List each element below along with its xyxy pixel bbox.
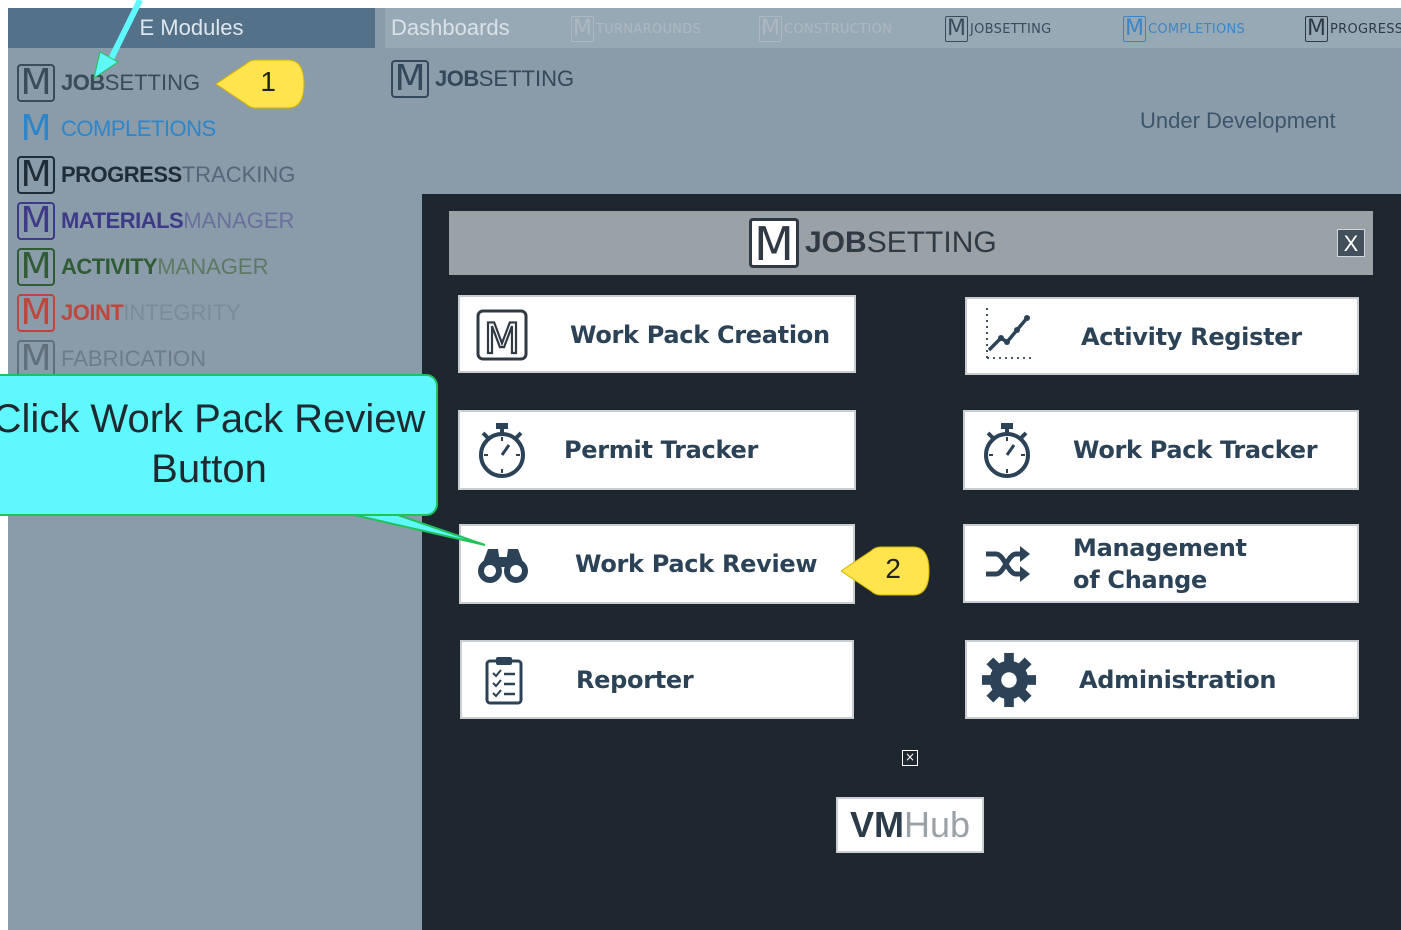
work-pack-review-button[interactable]: Work Pack Review <box>459 524 855 604</box>
dashboards-link[interactable]: Dashboards <box>391 8 510 48</box>
m-logo-icon: M <box>391 60 429 98</box>
modal-title-light: SETTING <box>866 226 997 259</box>
chart-line-icon <box>981 307 1037 359</box>
nav-completions[interactable]: M COMPLETIONS <box>1123 15 1245 43</box>
step-badge-number: 2 <box>885 553 901 584</box>
nav-construction[interactable]: M CONSTRUCTION <box>759 15 892 43</box>
sidebar-item-label: MANAGER <box>157 254 269 279</box>
modules-header: E Modules <box>8 8 375 48</box>
tile-label: Work Pack Creation <box>570 321 830 349</box>
work-pack-tracker-button[interactable]: Work Pack Tracker <box>963 410 1359 490</box>
svg-text:M: M <box>484 314 520 361</box>
status-text: Under Development <box>1140 108 1336 133</box>
close-button[interactable]: X <box>1337 229 1365 257</box>
tile-label: Reporter <box>576 666 694 694</box>
gear-icon <box>981 652 1037 708</box>
tile-label-line1: Management <box>1073 534 1247 562</box>
nav-progress[interactable]: M PROGRESS <box>1305 15 1401 43</box>
sidebar-item-label-bold: PROGRESS <box>61 162 182 187</box>
sidebar-item-label: MANAGER <box>183 208 295 233</box>
nav-turnarounds[interactable]: M TURNAROUNDS <box>571 15 701 43</box>
nav-label: TURNAROUNDS <box>595 21 702 37</box>
sidebar-item-fabrication[interactable]: M FABRICATION <box>17 339 206 379</box>
permit-tracker-button[interactable]: Permit Tracker <box>458 410 856 490</box>
stopwatch-icon <box>474 423 530 478</box>
modal-logo: M JOB SETTING <box>749 218 997 268</box>
m-logo-icon: M <box>759 16 782 42</box>
m-logo-icon: M <box>749 218 799 268</box>
binoculars-icon <box>475 538 531 590</box>
sidebar-item-label-bold: JOINT <box>61 300 124 325</box>
sidebar-item-materialsmanager[interactable]: M MATERIALS MANAGER <box>17 201 294 241</box>
m-logo-icon: M <box>1305 16 1328 42</box>
m-logo-icon: M <box>17 340 55 378</box>
page-title: M JOB SETTING <box>391 60 574 98</box>
nav-label: COMPLETIONS <box>1147 21 1246 37</box>
modal-title-bold: JOB <box>805 226 867 259</box>
sidebar-item-activitymanager[interactable]: M ACTIVITY MANAGER <box>17 247 268 287</box>
m-logo-icon: M <box>571 16 594 42</box>
work-pack-creation-button[interactable]: M Work Pack Creation <box>458 295 856 373</box>
callout-line2: Button <box>151 447 267 491</box>
sidebar-item-label-bold: MATERIALS <box>61 208 184 233</box>
top-nav: Dashboards M TURNAROUNDS M CONSTRUCTION … <box>385 8 1401 48</box>
sidebar-item-label-bold: ACTIVITY <box>61 254 158 279</box>
tile-label: Work Pack Tracker <box>1073 436 1318 464</box>
m-logo-icon: M <box>1123 16 1146 42</box>
tile-label-line2: of Change <box>1073 566 1208 594</box>
sidebar-item-completions[interactable]: M COMPLETIONS <box>17 109 216 149</box>
m-logo-icon: M <box>17 156 55 194</box>
m-logo-icon: M <box>474 309 530 361</box>
step-badge-1: 1 <box>215 58 305 109</box>
sidebar-item-jointintegrity[interactable]: M JOINT INTEGRITY <box>17 293 241 333</box>
m-logo-icon: M <box>945 16 968 42</box>
modal-header: M JOB SETTING X <box>449 211 1373 275</box>
m-logo-icon: M <box>17 294 55 332</box>
nav-jobsetting[interactable]: M JOBSETTING <box>945 15 1052 43</box>
m-logo-icon: M <box>20 108 52 149</box>
m-logo-icon: M <box>17 202 55 240</box>
page-title-light: SETTING <box>478 66 575 91</box>
sidebar-item-label: COMPLETIONS <box>61 116 216 141</box>
m-logo-icon: M <box>17 248 55 286</box>
tile-label: Administration <box>1079 666 1277 694</box>
vmhub-logo-bold: VM <box>849 804 904 845</box>
nav-label: CONSTRUCTION <box>783 21 893 37</box>
sidebar-item-label: TRACKING <box>181 162 296 187</box>
management-of-change-button[interactable]: Management of Change <box>963 524 1359 603</box>
activity-register-button[interactable]: Activity Register <box>965 297 1359 375</box>
callout-line1: Click Work Pack Review <box>0 397 426 441</box>
page-title-bold: JOB <box>435 66 479 91</box>
shuffle-icon <box>979 538 1035 590</box>
tile-label: Work Pack Review <box>575 550 818 578</box>
sidebar-item-jobsetting[interactable]: M JOB SETTING <box>17 63 200 103</box>
tile-label: Activity Register <box>1081 323 1302 351</box>
vmhub-logo[interactable]: VMHub <box>836 797 984 853</box>
clipboard-list-icon <box>476 654 532 706</box>
tile-label: Permit Tracker <box>564 436 758 464</box>
administration-button[interactable]: Administration <box>965 640 1359 719</box>
sidebar-item-label: FABRICATION <box>61 346 207 371</box>
step-badge-2: 2 <box>840 545 930 596</box>
m-logo-icon: M <box>17 64 55 102</box>
nav-label: PROGRESS <box>1329 21 1401 37</box>
nav-label: JOBSETTING <box>969 21 1052 37</box>
broken-image-icon: × <box>902 750 918 766</box>
callout-instruction: Click Work Pack Review Button <box>0 374 438 516</box>
stopwatch-icon <box>979 423 1035 478</box>
vmhub-logo-light: Hub <box>903 804 971 845</box>
sidebar-item-label: SETTING <box>104 70 201 95</box>
sidebar-item-label: INTEGRITY <box>123 300 241 325</box>
reporter-button[interactable]: Reporter <box>460 640 854 719</box>
step-badge-number: 1 <box>260 66 276 97</box>
sidebar-item-label-bold: JOB <box>61 70 105 95</box>
sidebar-item-progresstracking[interactable]: M PROGRESS TRACKING <box>17 155 295 195</box>
